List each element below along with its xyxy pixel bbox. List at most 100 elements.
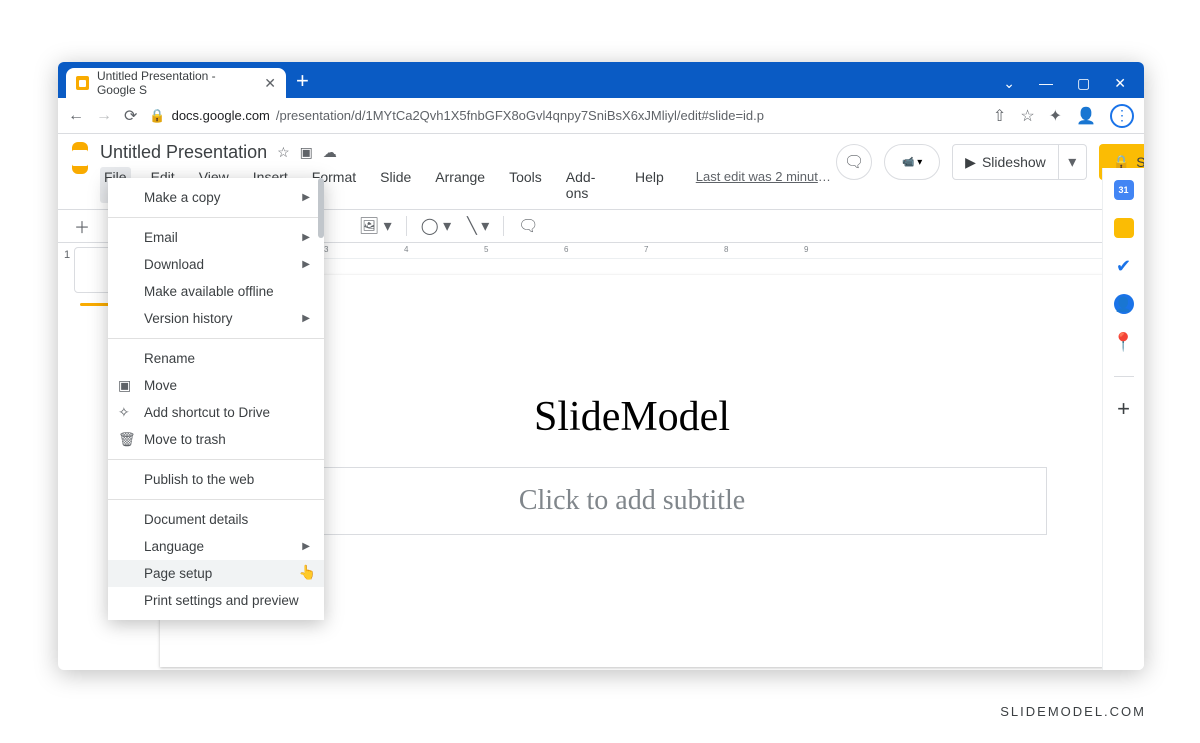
menu-item-publish-to-the-web[interactable]: Publish to the web [108,466,324,493]
slideshow-dropdown[interactable]: ▾ [1059,144,1087,180]
ruler-tick: 7 [644,245,648,254]
minimize-icon[interactable]: — [1039,75,1053,92]
menu-separator [108,499,324,500]
menu-item-move[interactable]: ▣ Move [108,372,324,399]
shape-button[interactable]: ◯ ▾ [415,212,457,240]
slides-logo-icon[interactable] [72,142,88,174]
menu-item-label: Make a copy [144,190,221,205]
menu-item-label: Add shortcut to Drive [144,405,270,420]
calendar-icon[interactable]: 31 [1114,180,1134,200]
comments-button[interactable]: 🗨 [836,144,872,180]
image-button[interactable]: 🖼 ▾ [353,212,398,240]
cursor-icon: 👆 [299,564,316,581]
subtitle-placeholder-text: Click to add subtitle [519,485,745,517]
menu-item-label: Move [144,378,177,393]
menu-tools[interactable]: Tools [505,167,546,203]
menu-item-label: Move to trash [144,432,226,447]
submenu-arrow-icon: ▶ [302,232,310,243]
slides-icon [76,76,89,90]
ruler-tick: 3 [324,245,328,254]
browser-window: Untitled Presentation - Google S ✕ + ⌄ —… [58,62,1144,670]
maps-icon[interactable]: 📍 [1114,332,1134,352]
menu-item-email[interactable]: Email▶ [108,224,324,251]
last-edit-link[interactable]: Last edit was 2 minutes a... [692,167,836,203]
ruler-tick: 4 [404,245,408,254]
menu-item-download[interactable]: Download▶ [108,251,324,278]
menu-item-print-settings-and-preview[interactable]: Print settings and preview [108,587,324,614]
tab-close-icon[interactable]: ✕ [264,75,276,92]
menu-separator [108,338,324,339]
reload-icon[interactable]: ⟳ [124,106,137,126]
file-menu: Make a copy▶Email▶Download▶Make availabl… [108,178,324,620]
ruler-tick: 5 [484,245,488,254]
menu-item-make-a-copy[interactable]: Make a copy ▶ [108,184,324,211]
menu-arrange[interactable]: Arrange [431,167,489,203]
extensions-icon[interactable]: ✦ [1049,106,1062,126]
menu-item-icon: 🗑 [118,431,136,448]
keep-icon[interactable] [1114,218,1134,238]
menu-item-rename[interactable]: Rename [108,345,324,372]
star-icon[interactable]: ☆ [1020,106,1034,126]
slideshow-label: Slideshow [982,154,1046,170]
tasks-icon[interactable]: ✔ [1114,256,1134,276]
menu-item-label: Print settings and preview [144,593,299,608]
account-icon[interactable]: 👤 [1076,106,1096,126]
menu-separator [108,217,324,218]
menu-item-document-details[interactable]: Document details [108,506,324,533]
forward-icon[interactable]: → [96,107,112,125]
subtitle-placeholder-box[interactable]: Click to add subtitle [217,467,1048,535]
lock-icon: 🔒 [149,108,165,124]
menu-item-label: Language [144,539,204,554]
chevron-down-icon[interactable]: ⌄ [1003,75,1015,92]
url-display[interactable]: 🔒 docs.google.com/presentation/d/1MYtCa2… [149,108,981,124]
submenu-arrow-icon: ▶ [302,541,310,552]
new-slide-button[interactable]: ＋ [68,210,96,242]
url-path: /presentation/d/1MYtCa2Qvh1X5fnbGFX8oGvl… [276,108,764,123]
browser-menu-icon[interactable]: ⋮ [1110,104,1134,128]
line-button[interactable]: ╲ ▾ [461,212,495,240]
maximize-icon[interactable]: ▢ [1077,75,1090,92]
menu-item-label: Rename [144,351,195,366]
star-doc-icon[interactable]: ☆ [277,144,290,161]
cloud-status-icon[interactable]: ☁ [323,144,337,161]
side-panel-separator [1114,376,1134,377]
menu-item-version-history[interactable]: Version history ▶ [108,305,324,332]
url-bar: ← → ⟳ 🔒 docs.google.com/presentation/d/1… [58,98,1144,134]
menu-item-language[interactable]: Language ▶ [108,533,324,560]
submenu-arrow-icon: ▶ [302,192,310,203]
browser-tab[interactable]: Untitled Presentation - Google S ✕ [66,68,286,98]
add-addon-icon[interactable]: + [1114,399,1134,419]
menu-item-label: Download [144,257,204,272]
slideshow-button[interactable]: ▶ Slideshow [952,144,1059,180]
menu-item-make-available-offline[interactable]: Make available offline [108,278,324,305]
menu-item-add-shortcut-to-drive[interactable]: ✧ Add shortcut to Drive [108,399,324,426]
browser-title-bar: Untitled Presentation - Google S ✕ + ⌄ —… [58,62,1144,98]
doc-title[interactable]: Untitled Presentation [100,142,267,163]
present-icon: ▶ [965,154,976,171]
menu-item-label: Make available offline [144,284,274,299]
ruler-tick: 9 [804,245,808,254]
menu-separator [108,459,324,460]
share-page-icon[interactable]: ⇧ [993,106,1006,126]
menu-help[interactable]: Help [631,167,668,203]
menu-item-icon: ✧ [118,404,130,421]
menu-item-move-to-trash[interactable]: 🗑 Move to trash [108,426,324,453]
back-icon[interactable]: ← [68,107,84,125]
menu-add-ons[interactable]: Add-ons [562,167,615,203]
menu-item-page-setup[interactable]: Page setup👆 [108,560,324,587]
close-window-icon[interactable]: ✕ [1114,75,1126,92]
contacts-icon[interactable]: 👤 [1114,294,1134,314]
submenu-arrow-icon: ▶ [302,313,310,324]
move-doc-icon[interactable]: ▣ [300,144,313,161]
meet-button[interactable]: 📹 ▾ [884,144,940,180]
menu-item-icon: ▣ [118,377,131,394]
new-tab-button[interactable]: + [296,68,309,94]
ruler-tick: 6 [564,245,568,254]
comment-button[interactable]: 🗨 [512,212,544,240]
slide-number: 1 [64,247,70,293]
menu-item-label: Publish to the web [144,472,254,487]
ruler-tick: 8 [724,245,728,254]
menu-item-label: Version history [144,311,233,326]
watermark: SLIDEMODEL.COM [1000,704,1146,719]
menu-slide[interactable]: Slide [376,167,415,203]
